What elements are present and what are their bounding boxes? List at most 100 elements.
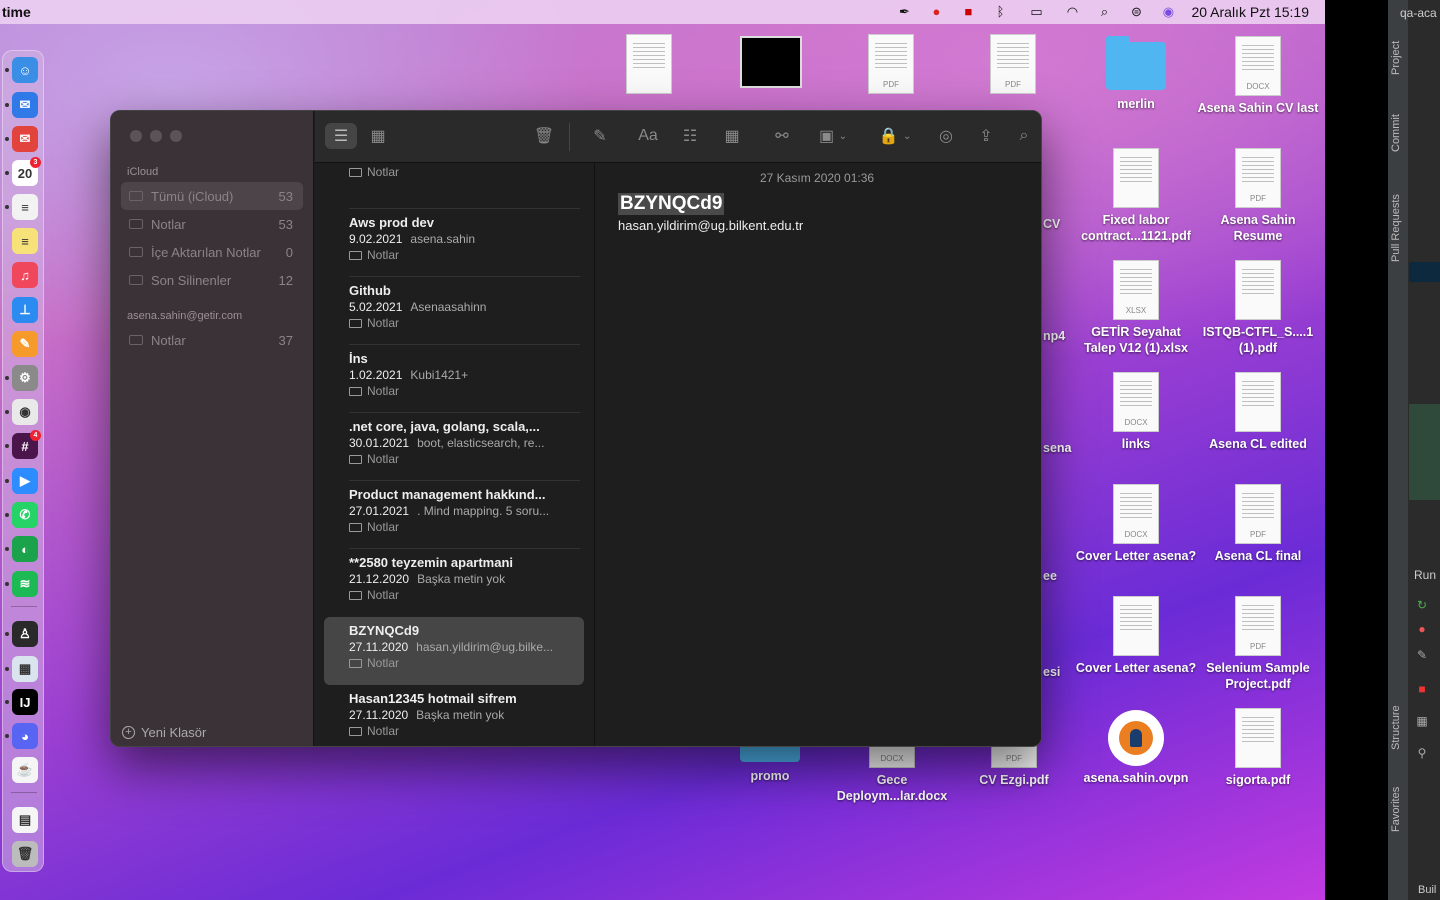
dock-finder-icon[interactable]: ☺ [12, 57, 38, 83]
dock-slack-icon[interactable]: #4 [12, 430, 41, 459]
note-list-item[interactable]: BZYNQCd9 27.11.2020 hasan.yildirim@ug.bilk… [324, 617, 584, 685]
zoom-window-button[interactable] [170, 130, 182, 142]
dock-messenger-icon[interactable]: ◐ [12, 536, 38, 562]
desktop-item[interactable]: Cover Letter asena? [1075, 596, 1197, 676]
desktop-item[interactable]: XLSX GETİR Seyahat Talep V12 (1).xlsx [1075, 260, 1197, 356]
menu-clock[interactable]: 20 Aralık Pzt 15:19 [1191, 4, 1309, 20]
new-folder-button[interactable]: + Yeni Klasör [122, 725, 206, 740]
note-list-item[interactable]: İns 1.02.2021 Kubi1421+ Notlar [324, 345, 584, 413]
control-center-icon[interactable]: ⊜ [1127, 5, 1145, 19]
dock-zoom-icon[interactable]: ▶ [12, 468, 38, 494]
app-menu-name[interactable]: time [2, 4, 31, 20]
dock-system-preferences-icon[interactable]: ⚙ [12, 365, 38, 391]
dock-calendar-icon[interactable]: 20 3 [12, 157, 41, 186]
record-icon[interactable]: ● [927, 5, 945, 19]
ide-tab-project[interactable]: Project [1390, 41, 1402, 75]
close-window-button[interactable] [130, 130, 142, 142]
compose-icon[interactable]: ✎ [585, 123, 615, 149]
desktop-item[interactable]: PDF Selenium Sample Project.pdf [1197, 596, 1319, 692]
gallery-view-icon[interactable]: ▦ [363, 123, 393, 149]
dock-discord-icon[interactable]: ◕ [12, 723, 38, 749]
note-list-item[interactable]: Aws prod dev 9.02.2021 asena.sahin Notlar [324, 209, 584, 277]
document-icon[interactable]: PDF [868, 34, 914, 94]
dock-mail-icon[interactable]: ✉ [12, 92, 38, 118]
pin-icon[interactable]: ⚲ [1415, 746, 1429, 760]
dock-alfred-icon[interactable]: ♙ [12, 621, 38, 647]
dock-trash-icon[interactable]: 🗑 [12, 841, 38, 867]
ide-project-title[interactable]: qa-aca [1400, 6, 1437, 20]
dock-pages-icon[interactable]: ✎ [12, 331, 38, 357]
dock-music-icon[interactable]: ♫ [12, 262, 38, 288]
sidebar-folder[interactable]: Notlar 53 [121, 210, 303, 238]
sidebar-folder[interactable]: Son Silinenler 12 [121, 266, 303, 294]
note-editor[interactable]: 27 Kasım 2020 01:36 BZYNQCd9 hasan.yildi… [596, 163, 1041, 746]
trash-icon[interactable]: 🗑 [529, 123, 559, 149]
dock-java-icon[interactable]: ☕ [12, 757, 38, 783]
note-title[interactable]: BZYNQCd9 [618, 193, 725, 215]
dock-spotify-icon[interactable]: ≋ [12, 571, 38, 597]
dock-whatsapp-icon[interactable]: ✆ [12, 502, 38, 528]
desktop-item[interactable]: merlin [1075, 36, 1197, 112]
ide-tab-pull-requests[interactable]: Pull Requests [1390, 194, 1402, 262]
ide-tab-structure[interactable]: Structure [1390, 705, 1402, 750]
rerun-icon[interactable]: ↻ [1415, 598, 1429, 612]
lock-icon[interactable]: 🔒 ⌄ [875, 123, 915, 149]
checklist-icon[interactable]: ☷ [675, 123, 705, 149]
wifi-icon[interactable]: ◠ [1063, 5, 1081, 19]
dock-airmail-icon[interactable]: ✉ [12, 126, 38, 152]
format-text-icon[interactable]: Aa [633, 123, 663, 149]
desktop-item[interactable]: sigorta.pdf [1197, 708, 1319, 788]
dock-intellij-icon[interactable]: IJ [12, 689, 38, 715]
note-body[interactable]: hasan.yildirim@ug.bilkent.edu.tr [618, 218, 803, 233]
ide-build-label[interactable]: Buil [1418, 884, 1436, 896]
dock-reminders-icon[interactable]: ≡ [12, 194, 38, 220]
stop-icon[interactable]: ■ [1415, 682, 1429, 696]
list-view-icon[interactable]: ☰ [325, 123, 357, 149]
dock-preview-icon[interactable]: ▦ [12, 656, 38, 682]
document-icon[interactable] [626, 34, 672, 94]
desktop-item[interactable]: DOCX links [1075, 372, 1197, 452]
ide-tab-commit[interactable]: Commit [1390, 114, 1402, 152]
dock-keynote-icon[interactable]: ⊥ [12, 297, 38, 323]
bluetooth-icon[interactable]: ᛒ [991, 5, 1009, 19]
layout-icon[interactable]: ▦ [1415, 714, 1429, 728]
desktop-item[interactable]: DOCX Asena Sahin CV last [1197, 36, 1319, 116]
sidebar-folder[interactable]: Tümü (iCloud) 53 [121, 182, 303, 210]
ide-tab-favorites[interactable]: Favorites [1390, 787, 1402, 832]
collaborate-icon[interactable]: ⚯ [767, 123, 797, 149]
ide-run-label[interactable]: Run [1414, 568, 1436, 582]
note-list-item[interactable]: Product management hakkınd... 27.01.2021.… [324, 481, 584, 549]
dock-notes-icon[interactable]: ≡ [12, 228, 38, 254]
desktop-item[interactable]: PDF Asena CL final [1197, 484, 1319, 564]
note-list-item[interactable]: 15.02.2021GetirNotlar [324, 163, 584, 209]
siri-icon[interactable]: ◉ [1159, 5, 1177, 19]
media-icon[interactable]: ▣ ⌄ [811, 123, 855, 149]
note-list-item[interactable]: .net core, java, golang, scala,... 30.01.… [324, 413, 584, 481]
debug-icon[interactable]: ● [1415, 622, 1429, 636]
battery-icon[interactable]: ▭ [1023, 5, 1049, 19]
dock-chrome-icon[interactable]: ◉ [12, 399, 38, 425]
desktop-item[interactable]: PDF Asena Sahin Resume [1197, 148, 1319, 244]
note-list-item[interactable]: Github 5.02.2021 Asenaasahinn Notlar [324, 277, 584, 345]
search-icon[interactable]: ⌕ [1095, 5, 1113, 19]
desktop-item[interactable]: Asena CL edited [1197, 372, 1319, 452]
desktop-item[interactable]: ISTQB-CTFL_S....1 (1).pdf [1197, 260, 1319, 356]
table-icon[interactable]: ▦ [717, 123, 747, 149]
wrench-icon[interactable]: ✎ [1415, 648, 1429, 662]
sidebar-folder[interactable]: İçe Aktarılan Notlar 0 [121, 238, 303, 266]
app-red-icon[interactable]: ■ [959, 5, 977, 19]
share-icon[interactable]: ⇪ [971, 123, 1001, 149]
feather-icon[interactable]: ✒ [895, 5, 913, 19]
desktop-item[interactable]: DOCX Cover Letter asena? [1075, 484, 1197, 564]
video-thumbnail-icon[interactable] [740, 36, 802, 88]
sidebar-folder[interactable]: Notlar 37 [121, 326, 303, 354]
note-list-item[interactable]: Hasan12345 hotmail sifrem 27.11.2020 Başka… [324, 685, 584, 746]
document-icon[interactable]: PDF [990, 34, 1036, 94]
search-icon[interactable]: ⌕ [1009, 123, 1039, 149]
desktop-item[interactable]: Fixed labor contract...1121.pdf [1075, 148, 1197, 244]
share-person-icon[interactable]: ◎ [931, 123, 961, 149]
dock-document-icon[interactable]: ▤ [12, 807, 38, 833]
desktop-item[interactable]: asena.sahin.ovpn [1075, 708, 1197, 786]
note-list-item[interactable]: **2580 teyzemin apartmani 21.12.2020 Başka… [324, 549, 584, 617]
minimize-window-button[interactable] [150, 130, 162, 142]
